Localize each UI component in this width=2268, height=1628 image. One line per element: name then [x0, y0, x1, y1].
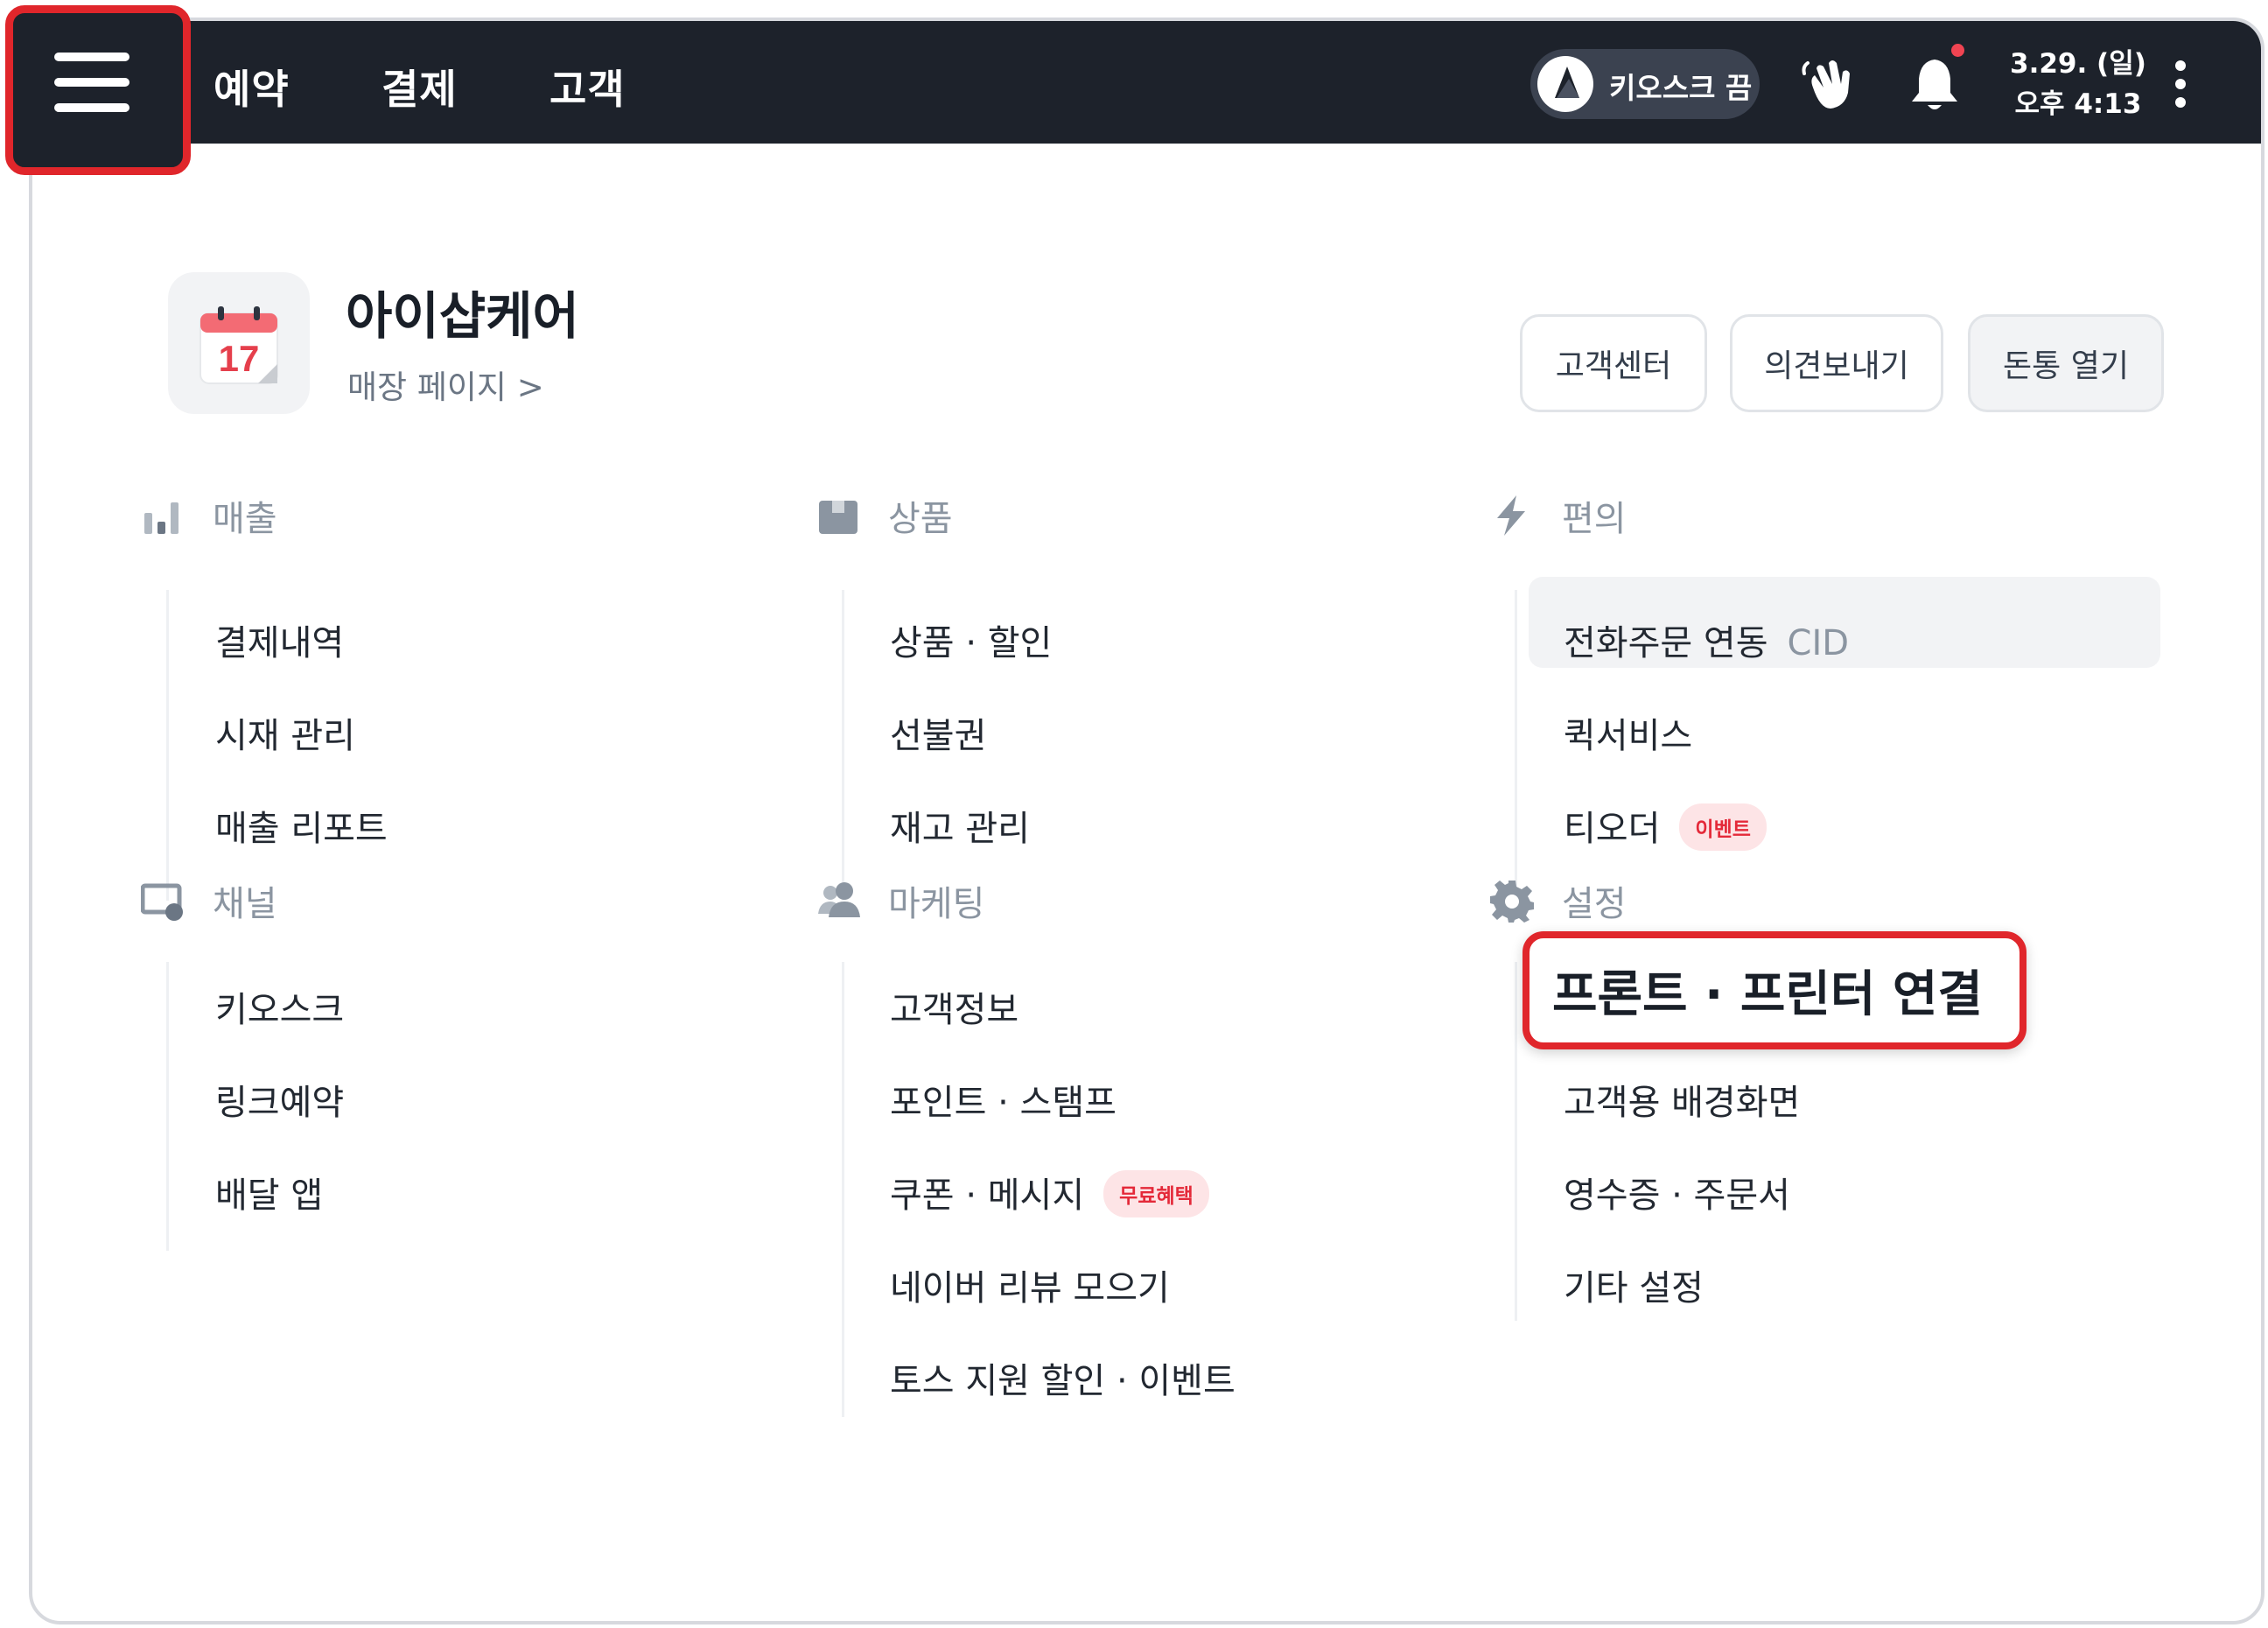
open-cash-drawer-button[interactable]: 돈통 열기	[1968, 314, 2164, 412]
notification-dot	[1951, 44, 1964, 57]
menu-inventory[interactable]: 재고 관리	[890, 800, 1030, 851]
menu-payment-history[interactable]: 결제내역	[215, 614, 344, 665]
section-marketing-title: 마케팅	[888, 884, 985, 924]
section-marketing: 마케팅	[816, 874, 984, 927]
store-page-link[interactable]: 매장 페이지 >	[347, 361, 544, 408]
app-window: 예약 결제 고객 키오스크 끔 3.29. (일) 오후 4:13 17 아이샵…	[29, 18, 2264, 1624]
hamburger-line	[54, 103, 130, 112]
more-options-icon[interactable]	[2174, 60, 2187, 109]
menu-front-printer-connection[interactable]: 프론트 · 프린터 연결	[1552, 955, 1983, 1026]
phone-order-label: 전화주문 연동	[1564, 623, 1768, 663]
section-products: 상품	[816, 489, 953, 542]
marketing-divider	[842, 962, 844, 1417]
section-sales: 매출	[141, 489, 277, 542]
box-icon	[819, 501, 858, 534]
section-settings: 설정	[1490, 874, 1627, 927]
send-feedback-button[interactable]: 의견보내기	[1730, 314, 1943, 412]
people-icon	[818, 882, 860, 917]
convenience-divider	[1515, 590, 1517, 901]
menu-toss-discount[interactable]: 토스 지원 할인 · 이벤트	[890, 1352, 1236, 1403]
wave-hand-icon[interactable]	[1797, 53, 1858, 114]
support-center-button[interactable]: 고객센터	[1520, 314, 1707, 412]
t-order-label: 티오더	[1564, 809, 1661, 849]
settings-divider	[1515, 962, 1517, 1321]
date-text: 3.29. (일)	[2010, 48, 2146, 80]
hamburger-line	[54, 53, 130, 61]
hamburger-line	[54, 78, 130, 87]
menu-sales-report[interactable]: 매출 리포트	[215, 800, 388, 851]
gear-icon	[1490, 881, 1534, 923]
nav-payment[interactable]: 결제	[382, 58, 458, 116]
section-channel: 채널	[141, 874, 277, 927]
products-divider	[842, 590, 844, 901]
top-nav-bar: 예약 결제 고객 키오스크 끔 3.29. (일) 오후 4:13	[32, 21, 2261, 144]
free-benefit-badge: 무료혜택	[1103, 1170, 1209, 1217]
menu-naver-review[interactable]: 네이버 리뷰 모으기	[890, 1260, 1170, 1310]
section-products-title: 상품	[888, 499, 953, 539]
menu-points-stamps[interactable]: 포인트 · 스탬프	[890, 1074, 1116, 1125]
coupon-label: 쿠폰 · 메시지	[890, 1175, 1085, 1216]
kiosk-status-label: 키오스크 끔	[1609, 71, 1753, 105]
calendar-day: 17	[219, 338, 260, 379]
cid-tag: CID	[1787, 623, 1850, 663]
section-settings-title: 설정	[1562, 884, 1627, 924]
sales-divider	[166, 590, 169, 901]
section-convenience-title: 편의	[1562, 499, 1627, 539]
menu-t-order[interactable]: 티오더 이벤트	[1564, 800, 1767, 854]
section-convenience: 편의	[1490, 489, 1627, 542]
menu-kiosk[interactable]: 키오스크	[215, 981, 344, 1032]
menu-other-settings[interactable]: 기타 설정	[1564, 1260, 1704, 1310]
datetime-display: 3.29. (일) 오후 4:13	[2010, 44, 2146, 124]
menu-delivery-app[interactable]: 배달 앱	[215, 1167, 323, 1217]
time-text: 오후 4:13	[2014, 88, 2142, 120]
menu-customer-info[interactable]: 고객정보	[890, 981, 1018, 1032]
hamburger-menu-icon[interactable]	[54, 53, 130, 129]
menu-quick-service[interactable]: 퀵서비스	[1564, 707, 1692, 758]
channel-divider	[166, 962, 169, 1251]
nav-reservation[interactable]: 예약	[214, 58, 290, 116]
menu-coupon-message[interactable]: 쿠폰 · 메시지 무료혜택	[890, 1167, 1209, 1221]
menu-prepaid-voucher[interactable]: 선불권	[890, 707, 986, 758]
section-channel-title: 채널	[213, 884, 277, 924]
menu-phone-order-link[interactable]: 전화주문 연동 CID	[1564, 614, 1849, 665]
menu-cash-management[interactable]: 시재 관리	[215, 707, 355, 758]
kiosk-toggle[interactable]: 키오스크 끔	[1530, 49, 1760, 119]
store-name: 아이샵케어	[346, 286, 579, 346]
bar-chart-icon	[144, 502, 178, 534]
nav-customer[interactable]: 고객	[550, 58, 626, 116]
menu-product-discount[interactable]: 상품 · 할인	[890, 614, 1052, 665]
kiosk-logo-icon	[1537, 56, 1593, 112]
monitor-touch-icon	[141, 883, 183, 921]
lightning-icon	[1497, 495, 1525, 536]
notification-bell-icon[interactable]	[1907, 54, 1963, 116]
menu-link-reservation[interactable]: 링크예약	[215, 1074, 344, 1125]
menu-customer-wallpaper[interactable]: 고객용 배경화면	[1564, 1074, 1800, 1125]
event-badge: 이벤트	[1679, 803, 1767, 851]
store-calendar-icon: 17	[168, 272, 310, 414]
menu-receipt-order-sheet[interactable]: 영수증 · 주문서	[1564, 1167, 1790, 1217]
section-sales-title: 매출	[213, 499, 277, 539]
